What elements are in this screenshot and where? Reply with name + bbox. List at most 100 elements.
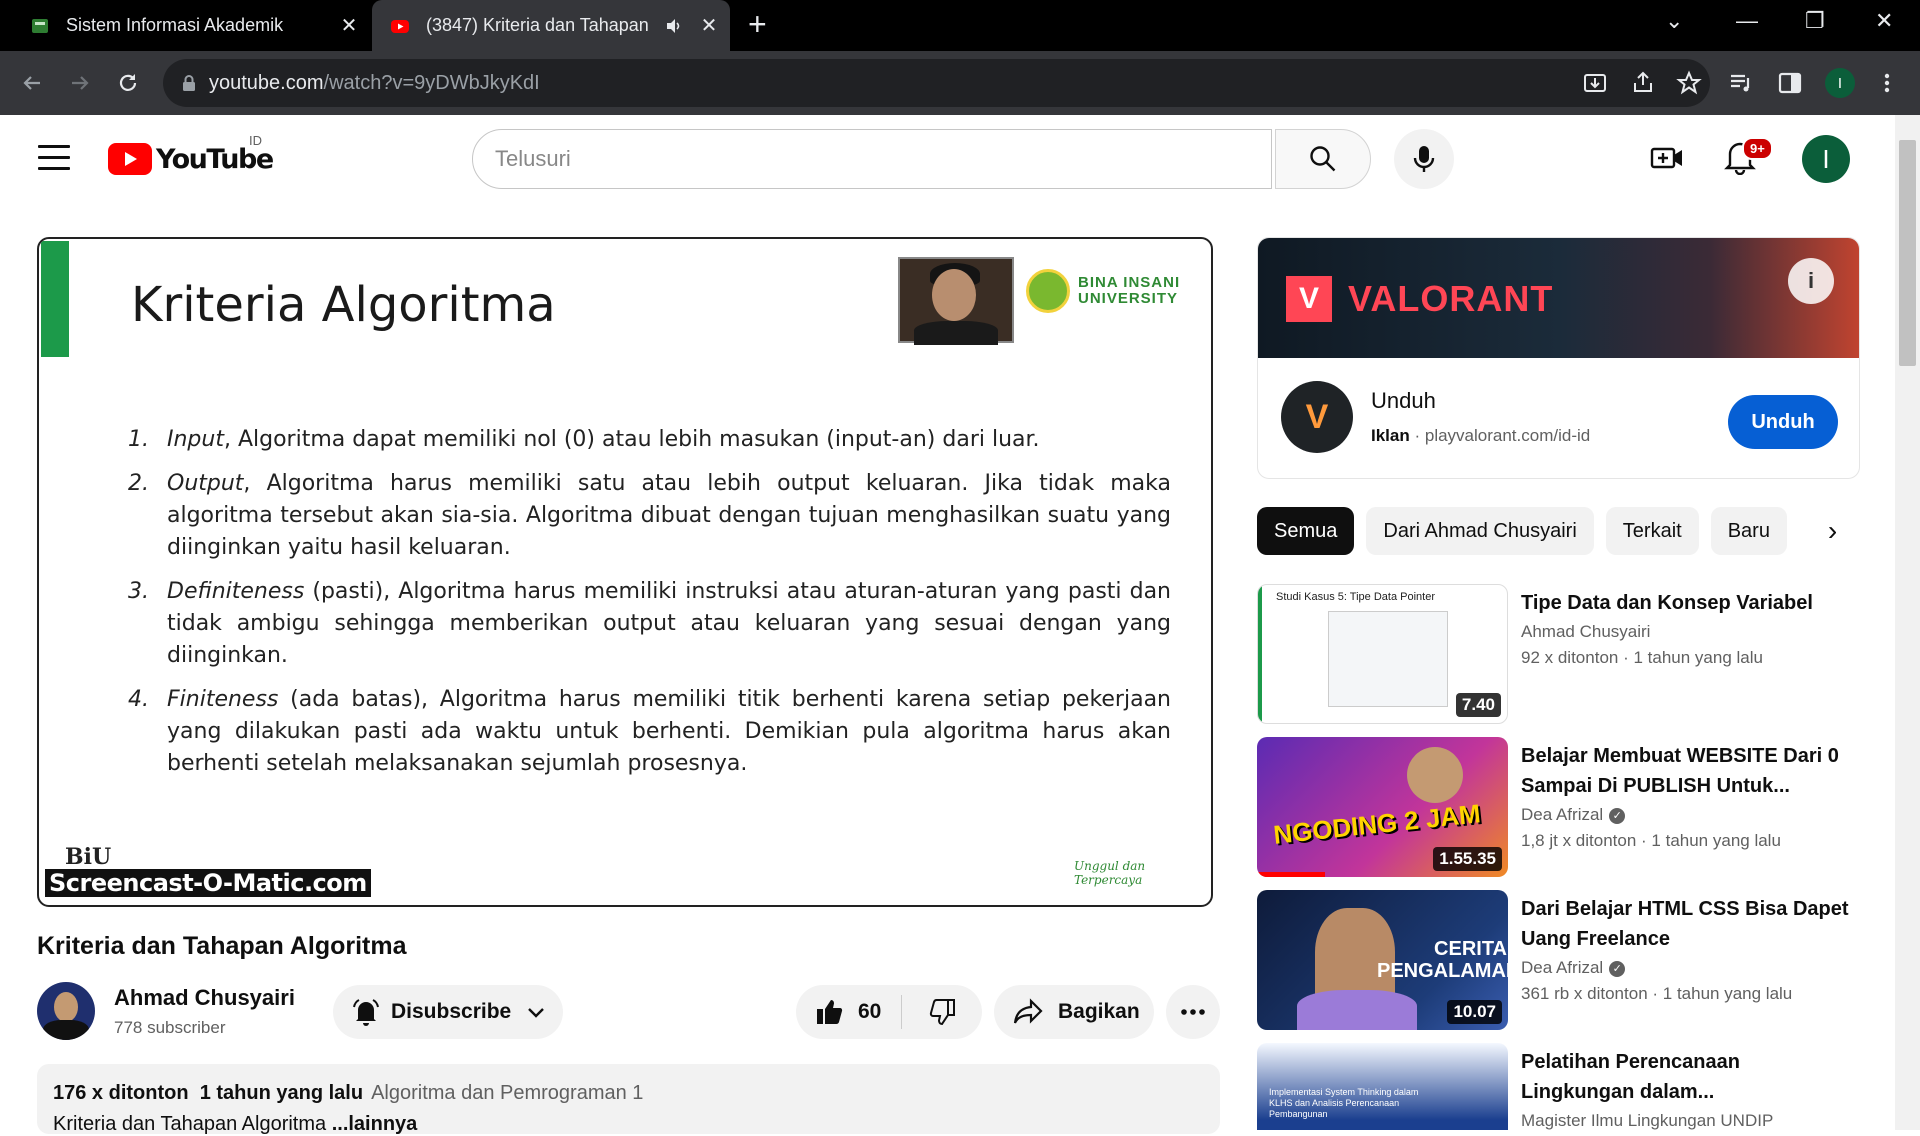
ad-banner[interactable]: V VALORANT i	[1258, 238, 1859, 358]
video-thumbnail[interactable]: CERITA PENGALAMAN 10.07	[1257, 890, 1508, 1030]
ad-card[interactable]: V VALORANT i V Unduh Iklan · playvaloran…	[1257, 237, 1860, 479]
dislike-button[interactable]	[902, 997, 982, 1027]
thumbnail-caption: Studi Kasus 5: Tipe Data Pointer	[1276, 591, 1435, 603]
url-text: youtube.com/watch?v=9yDWbJkyKdI	[209, 71, 540, 94]
recommended-video[interactable]: CERITA PENGALAMAN 10.07 Dari Belajar HTM…	[1257, 890, 1860, 1030]
video-duration: 7.40	[1455, 693, 1501, 717]
share-arrow-icon	[1013, 998, 1043, 1024]
close-tab-icon[interactable]: ✕	[694, 13, 724, 38]
share-button[interactable]: Bagikan	[994, 985, 1154, 1039]
restore-icon[interactable]: ❐	[1805, 8, 1825, 34]
media-control-icon[interactable]	[1727, 69, 1755, 97]
youtube-favicon-icon	[391, 19, 409, 33]
browser-menu-icon[interactable]	[1873, 69, 1901, 97]
advertiser-avatar[interactable]: V	[1281, 381, 1353, 453]
country-code: ID	[249, 133, 262, 148]
microphone-icon	[1413, 146, 1435, 172]
recommended-video[interactable]: Studi Kasus 5: Tipe Data Pointer 7.40 Ti…	[1257, 584, 1860, 724]
back-icon[interactable]	[12, 63, 52, 103]
channel-avatar[interactable]	[37, 982, 95, 1040]
description-tag[interactable]: Algoritma dan Pemrograman 1	[371, 1082, 643, 1104]
ad-info-icon[interactable]: i	[1788, 258, 1834, 304]
slide-tagline: Unggul dan Terpercaya	[1074, 859, 1146, 887]
tab-search-icon[interactable]: ⌄	[1665, 8, 1683, 34]
channel-name[interactable]: Magister Ilmu Lingkungan UNDIP	[1521, 1111, 1773, 1130]
show-more-link[interactable]: ...lainnya	[332, 1113, 418, 1135]
more-actions-button[interactable]	[1166, 985, 1220, 1039]
chip-related[interactable]: Terkait	[1605, 507, 1699, 555]
share-label: Bagikan	[1058, 1000, 1140, 1023]
like-dislike-group: 60	[796, 985, 982, 1039]
video-title[interactable]: Pelatihan Perencanaan Lingkungan dalam..…	[1521, 1047, 1851, 1107]
video-title[interactable]: Tipe Data dan Konsep Variabel	[1521, 588, 1851, 618]
university-seal-icon	[1026, 269, 1070, 313]
verified-check-icon: ✓	[1609, 807, 1626, 824]
hamburger-menu-icon[interactable]	[38, 145, 70, 173]
ad-title[interactable]: Unduh	[1371, 388, 1436, 414]
chip-new[interactable]: Baru	[1710, 507, 1787, 555]
chip-all[interactable]: Semua	[1257, 507, 1355, 555]
recommended-video[interactable]: Implementasi System Thinking dalam KLHS …	[1257, 1043, 1860, 1130]
voice-search-button[interactable]	[1394, 129, 1454, 189]
description-box[interactable]: 176 x ditonton 1 tahun yang lalu Algoritm…	[37, 1064, 1220, 1135]
tab-siakad[interactable]: Sistem Informasi Akademik ✕	[0, 0, 370, 51]
bookmark-star-icon[interactable]	[1675, 69, 1703, 97]
share-page-icon[interactable]	[1629, 69, 1657, 97]
thumbnail-caption: CERITA PENGALAMAN	[1377, 938, 1508, 982]
close-tab-icon[interactable]: ✕	[334, 13, 364, 38]
youtube-header: YouTube ID Telusuri 9+ I	[0, 115, 1895, 205]
video-stats: 1,8 jt x ditonton · 1 tahun yang lalu	[1521, 831, 1781, 850]
channel-name[interactable]: Dea Afrizal ✓	[1521, 958, 1626, 978]
video-thumbnail[interactable]: Studi Kasus 5: Tipe Data Pointer 7.40	[1257, 584, 1508, 724]
account-avatar[interactable]: I	[1802, 135, 1850, 183]
ad-download-button[interactable]: Unduh	[1728, 395, 1838, 449]
youtube-logo[interactable]: YouTube ID	[108, 133, 274, 175]
video-thumbnail[interactable]: Implementasi System Thinking dalam KLHS …	[1257, 1043, 1508, 1130]
slide-list-item: 3. Definiteness (pasti), Algoritma harus …	[128, 579, 1171, 668]
valorant-v-icon: V	[1286, 276, 1332, 322]
video-title: Kriteria dan Tahapan Algoritma	[37, 932, 407, 960]
scrollbar-thumb[interactable]	[1899, 140, 1916, 366]
close-window-icon[interactable]: ✕	[1875, 8, 1893, 34]
like-button[interactable]: 60	[796, 995, 902, 1029]
tab-youtube[interactable]: (3847) Kriteria dan Tahapan ✕	[372, 0, 730, 51]
video-thumbnail[interactable]: NGODING 2 JAM 1.55.35	[1257, 737, 1508, 877]
search-icon	[1310, 146, 1336, 172]
description-text: Kriteria dan Tahapan Algoritma	[53, 1113, 327, 1135]
chevron-right-icon[interactable]: ›	[1805, 507, 1860, 555]
forward-icon[interactable]	[60, 63, 100, 103]
chip-from-channel[interactable]: Dari Ahmad Chusyairi	[1366, 507, 1594, 555]
browser-tab-bar: Sistem Informasi Akademik ✕ (3847) Krite…	[0, 0, 1920, 51]
more-horizontal-icon	[1181, 1009, 1205, 1015]
recommended-video[interactable]: NGODING 2 JAM 1.55.35 Belajar Membuat WE…	[1257, 737, 1860, 877]
minimize-icon[interactable]: —	[1736, 8, 1758, 34]
install-app-icon[interactable]	[1581, 69, 1609, 97]
ad-brand-name: VALORANT	[1348, 278, 1554, 319]
address-bar[interactable]: youtube.com/watch?v=9yDWbJkyKdI	[163, 59, 1710, 107]
new-tab-icon[interactable]: +	[748, 8, 767, 40]
bell-ring-icon	[353, 999, 379, 1026]
channel-name[interactable]: Dea Afrizal ✓	[1521, 805, 1626, 825]
channel-name[interactable]: Ahmad Chusyairi	[114, 985, 295, 1011]
thumbs-up-icon	[817, 1000, 843, 1024]
speaker-icon[interactable]	[664, 16, 684, 36]
filter-chips: Semua Dari Ahmad Chusyairi Terkait Baru	[1257, 507, 1860, 555]
browser-profile-avatar[interactable]: I	[1825, 68, 1855, 98]
search-button[interactable]	[1275, 129, 1371, 189]
slide-list-item: 2. Output, Algoritma harus memiliki satu …	[128, 471, 1171, 560]
university-logo: BINA INSANI UNIVERSITY	[1026, 269, 1180, 313]
search-input[interactable]: Telusuri	[472, 129, 1272, 189]
side-panel-icon[interactable]	[1776, 69, 1804, 97]
video-title[interactable]: Dari Belajar HTML CSS Bisa Dapet Uang Fr…	[1521, 894, 1851, 954]
channel-name[interactable]: Ahmad Chusyairi	[1521, 622, 1650, 642]
view-count: 176 x ditonton	[53, 1082, 189, 1104]
upload-age: 1 tahun yang lalu	[199, 1082, 364, 1104]
youtube-logo-icon	[108, 143, 152, 175]
create-video-icon[interactable]	[1650, 143, 1684, 173]
video-title[interactable]: Belajar Membuat WEBSITE Dari 0 Sampai Di…	[1521, 741, 1851, 801]
video-player[interactable]: Kriteria Algoritma BINA INSANI UNIVERSITY…	[37, 237, 1213, 907]
like-count: 60	[858, 1000, 882, 1023]
subscribed-button[interactable]: Disubscribe	[333, 985, 563, 1039]
lock-icon[interactable]	[181, 74, 197, 92]
reload-icon[interactable]	[108, 63, 148, 103]
